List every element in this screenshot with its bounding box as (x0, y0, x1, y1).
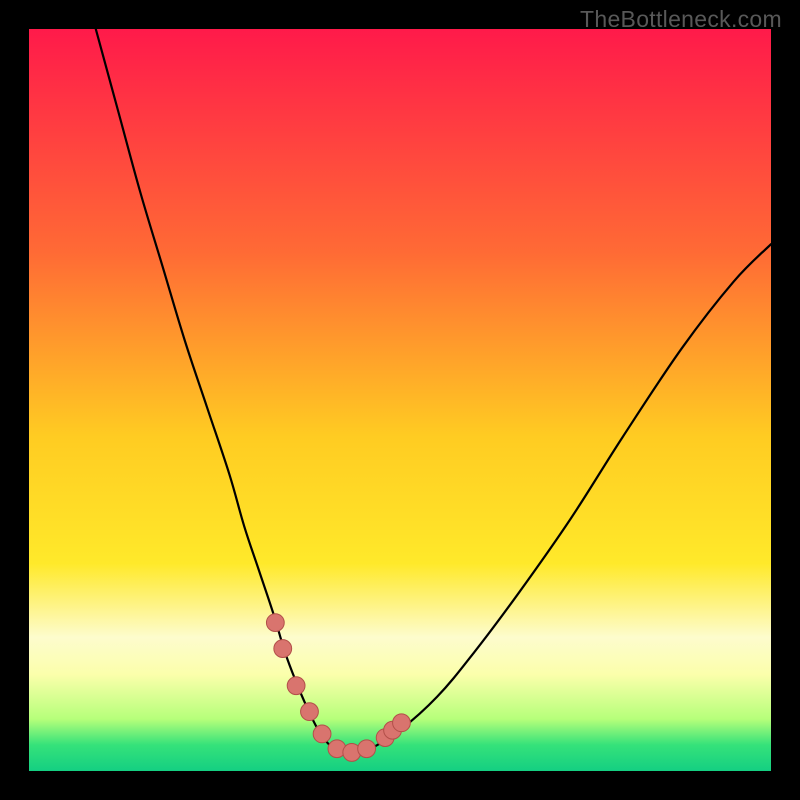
data-marker (274, 640, 292, 658)
gradient-background (29, 29, 771, 771)
data-marker (287, 677, 305, 695)
plot-area (29, 29, 771, 771)
bottleneck-chart (29, 29, 771, 771)
chart-frame: TheBottleneck.com (0, 0, 800, 800)
data-marker (358, 740, 376, 758)
data-marker (313, 725, 331, 743)
data-marker (301, 703, 319, 721)
data-marker (266, 614, 284, 632)
watermark-text: TheBottleneck.com (580, 6, 782, 33)
data-marker (393, 714, 411, 732)
